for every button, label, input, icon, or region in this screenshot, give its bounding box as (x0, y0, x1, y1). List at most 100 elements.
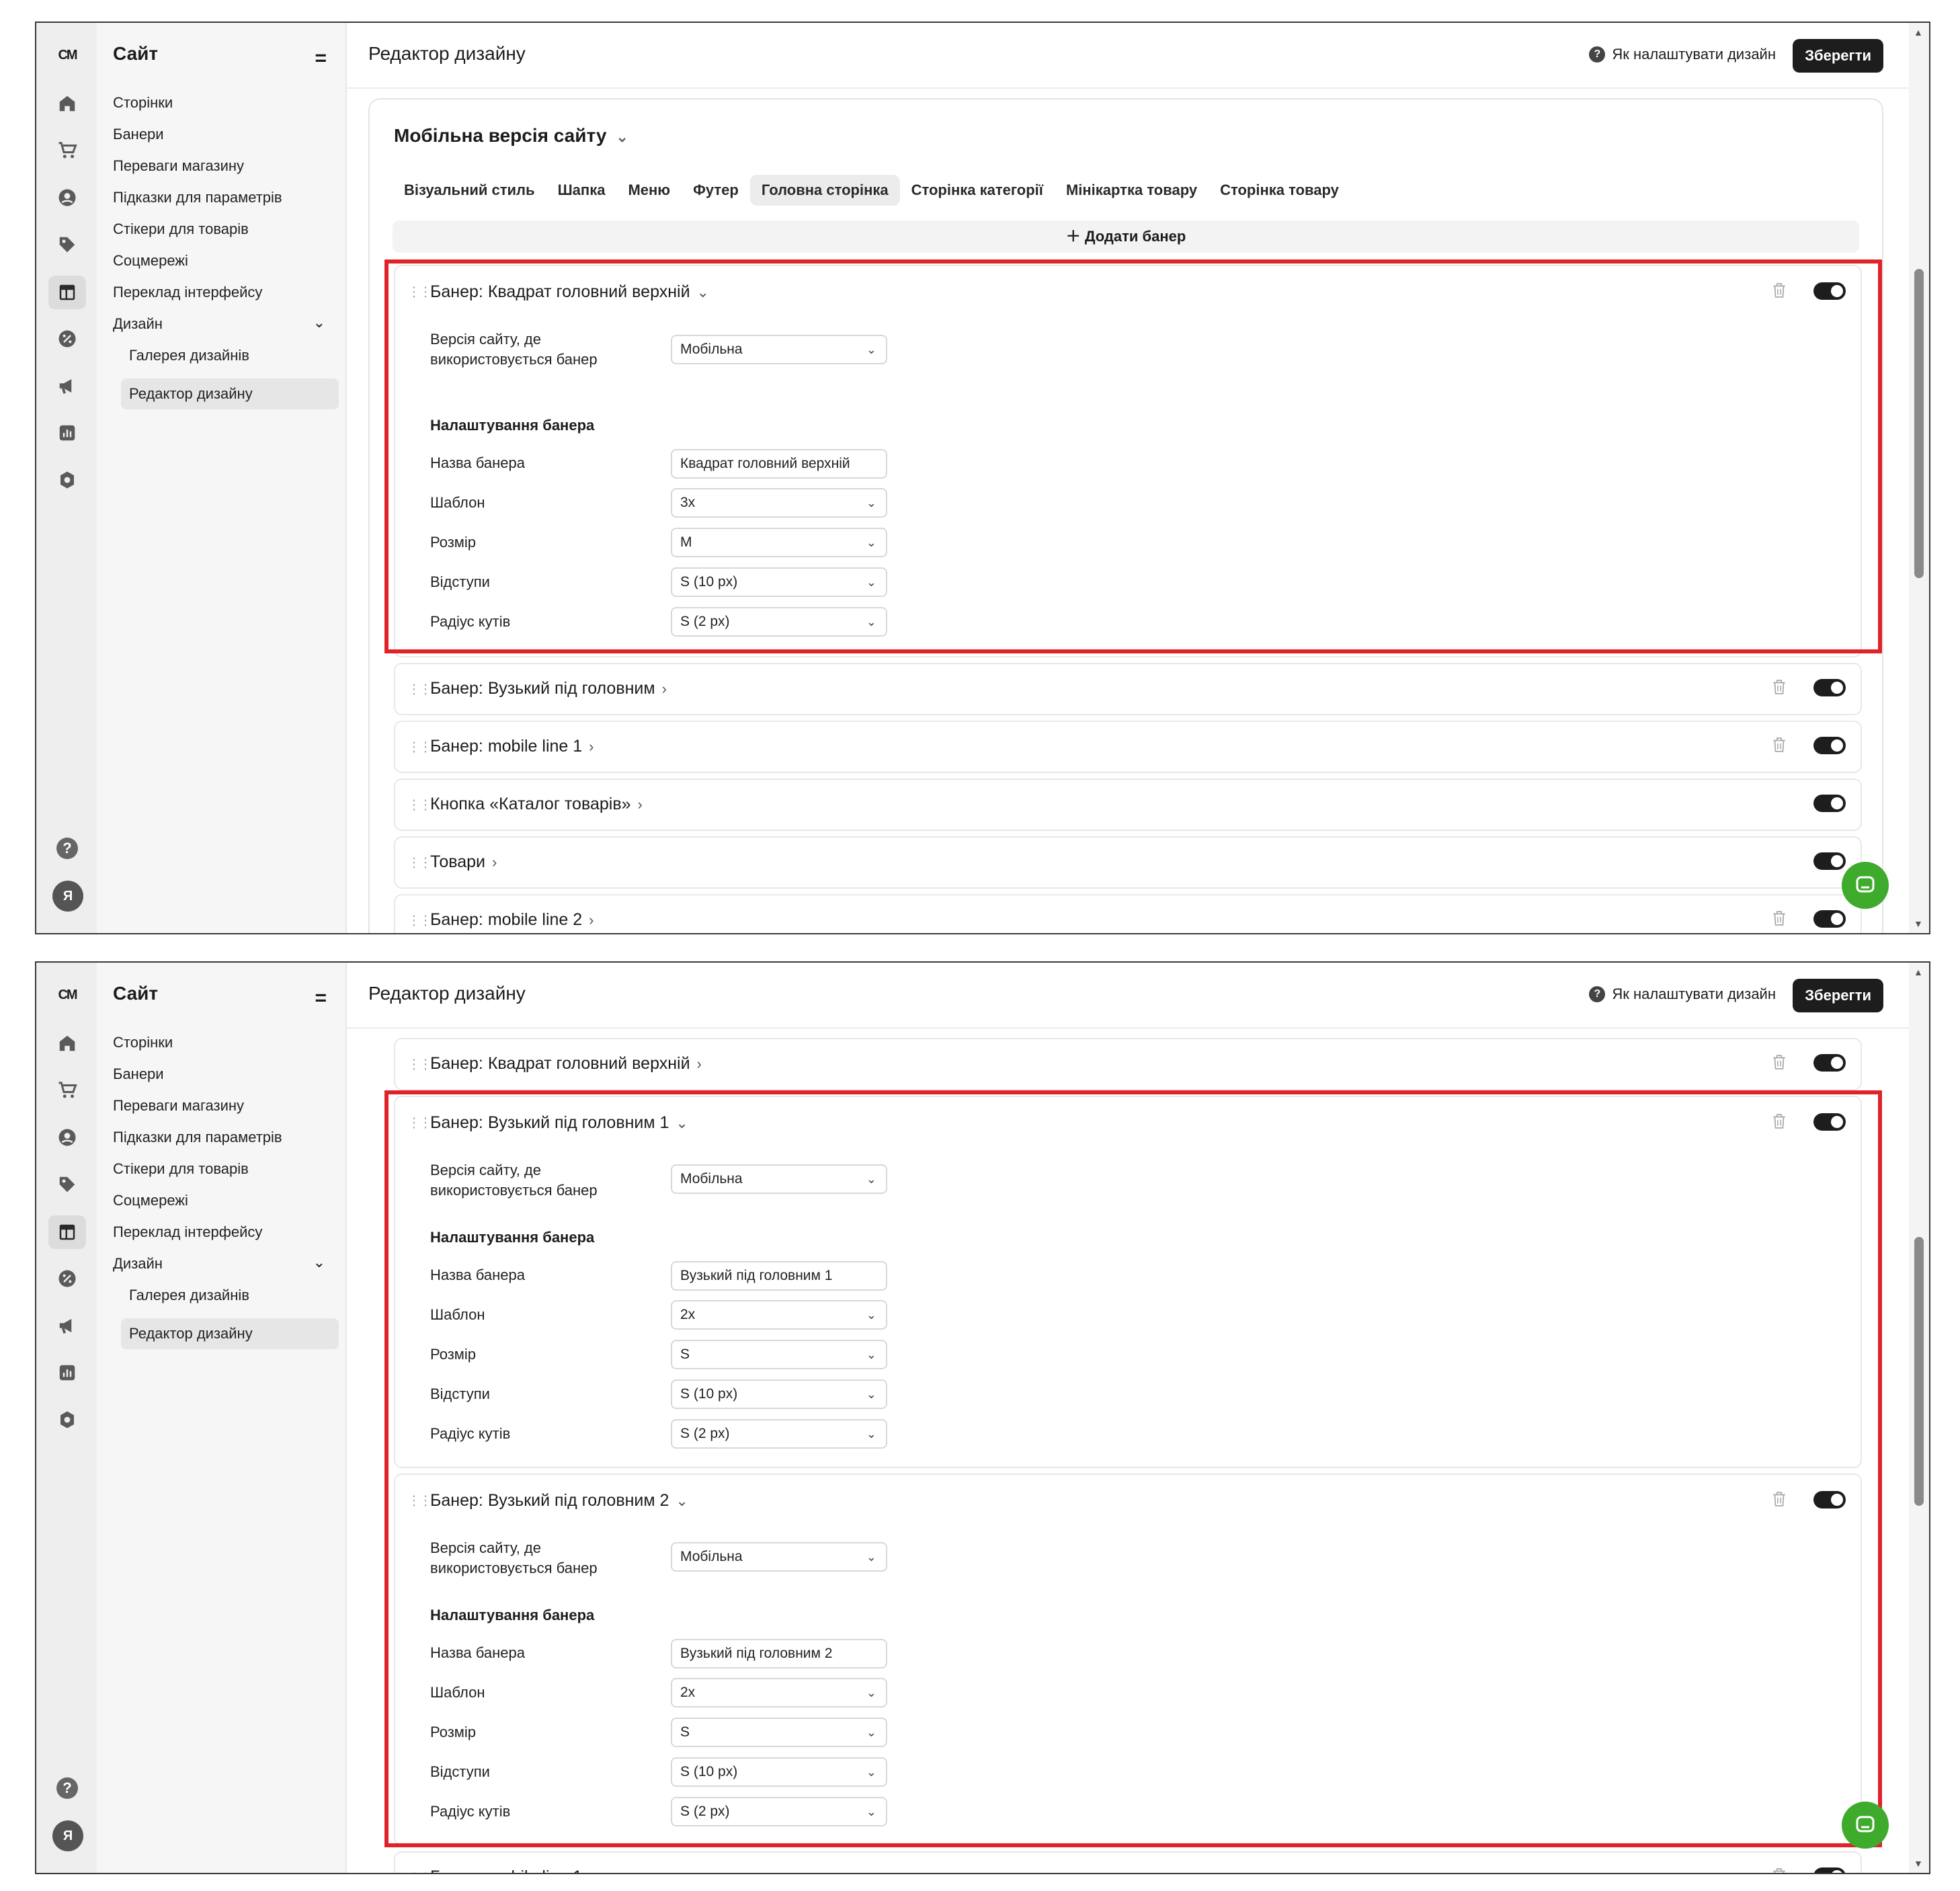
sidebar-item-social[interactable]: Соцмережі (113, 1192, 188, 1209)
site-version-select[interactable]: Мобільна ⌄ (671, 1164, 887, 1194)
site-version-select[interactable]: Мобільна ⌄ (671, 335, 887, 364)
sidebar-item-design[interactable]: Дизайн (113, 1255, 163, 1273)
percent-icon[interactable] (55, 327, 79, 351)
sidebar-item-translation[interactable]: Переклад інтерфейсу (113, 1223, 262, 1241)
size-select[interactable]: S ⌄ (671, 1340, 887, 1369)
drag-handle-icon[interactable]: ⋮⋮ (407, 1869, 432, 1874)
tab-minicard[interactable]: Мінікартка товару (1055, 175, 1209, 206)
visibility-toggle[interactable] (1813, 910, 1846, 928)
avatar[interactable]: Я (52, 1820, 83, 1851)
user-icon[interactable] (55, 186, 79, 210)
drag-handle-icon[interactable]: ⋮⋮ (407, 1492, 432, 1509)
gear-icon[interactable] (55, 468, 79, 492)
visibility-toggle[interactable] (1813, 1867, 1846, 1873)
visibility-toggle[interactable] (1813, 795, 1846, 812)
tab-header[interactable]: Шапка (546, 175, 617, 206)
chart-icon[interactable] (55, 1361, 79, 1385)
size-select[interactable]: M ⌄ (671, 528, 887, 557)
padding-select[interactable]: S (10 px) ⌄ (671, 567, 887, 597)
scrollbar[interactable]: ▲ ▼ (1909, 963, 1929, 1873)
mode-title[interactable]: Мобільна версія сайту ⌄ (394, 125, 628, 147)
radius-select[interactable]: S (2 px) ⌄ (671, 1419, 887, 1449)
visibility-toggle[interactable] (1813, 1054, 1846, 1072)
sidebar-item-advantages[interactable]: Переваги магазину (113, 1097, 244, 1115)
cart-icon[interactable] (55, 138, 79, 163)
sidebar-subitem-gallery[interactable]: Галерея дизайнів (129, 347, 249, 364)
save-button[interactable]: Зберегти (1793, 39, 1883, 73)
drag-handle-icon[interactable]: ⋮⋮ (407, 912, 432, 929)
template-select[interactable]: 2x ⌄ (671, 1300, 887, 1330)
drag-handle-icon[interactable]: ⋮⋮ (407, 284, 432, 300)
list-item[interactable]: ⋮⋮ Банер: mobile line 1› (394, 1851, 1862, 1874)
list-item[interactable]: ⋮⋮ Банер: mobile line 1› (394, 721, 1862, 773)
avatar[interactable]: Я (52, 881, 83, 912)
tag-icon[interactable] (55, 1172, 79, 1197)
sidebar-subitem-gallery[interactable]: Галерея дизайнів (129, 1287, 249, 1304)
scroll-thumb[interactable] (1914, 1237, 1924, 1506)
sidebar-item-pages[interactable]: Сторінки (113, 1034, 173, 1051)
name-input[interactable]: Квадрат головний верхній (671, 449, 887, 479)
template-select[interactable]: 3x ⌄ (671, 488, 887, 518)
site-version-select[interactable]: Мобільна ⌄ (671, 1542, 887, 1572)
padding-select[interactable]: S (10 px) ⌄ (671, 1379, 887, 1409)
banner-title[interactable]: Банер: Квадрат головний верхній ⌄ (430, 282, 709, 302)
chart-icon[interactable] (55, 421, 79, 445)
trash-icon[interactable] (1772, 737, 1787, 756)
list-item[interactable]: ⋮⋮ Банер: Квадрат головний верхній › (394, 1038, 1862, 1090)
home-icon[interactable] (55, 91, 79, 116)
layout-icon[interactable] (48, 276, 86, 309)
cart-icon[interactable] (55, 1078, 79, 1102)
sidebar-item-hints[interactable]: Підказки для параметрів (113, 1129, 282, 1146)
sidebar-item-social[interactable]: Соцмережі (113, 252, 188, 270)
sidebar-subitem-editor[interactable]: Редактор дизайну (121, 378, 339, 409)
menu-icon[interactable]: = (315, 47, 327, 70)
sidebar-item-design[interactable]: Дизайн (113, 315, 163, 333)
megaphone-icon[interactable] (55, 374, 79, 398)
sidebar-item-translation[interactable]: Переклад інтерфейсу (113, 284, 262, 301)
app-logo[interactable]: CM (54, 42, 81, 69)
scrollbar[interactable]: ▲ ▼ (1909, 23, 1929, 933)
tab-home[interactable]: Головна сторінка (749, 175, 900, 206)
user-icon[interactable] (55, 1125, 79, 1150)
trash-icon[interactable] (1772, 910, 1787, 930)
template-select[interactable]: 2x ⌄ (671, 1678, 887, 1707)
visibility-toggle[interactable] (1813, 282, 1846, 300)
list-item[interactable]: ⋮⋮ Банер: Вузький під головним › (394, 663, 1862, 715)
layout-icon[interactable] (48, 1215, 86, 1249)
sidebar-item-hints[interactable]: Підказки для параметрів (113, 189, 282, 206)
tab-category[interactable]: Сторінка категорії (900, 175, 1055, 206)
sidebar-item-stickers[interactable]: Стікери для товарів (113, 1160, 249, 1178)
sidebar-item-pages[interactable]: Сторінки (113, 94, 173, 112)
padding-select[interactable]: S (10 px) ⌄ (671, 1757, 887, 1787)
name-input[interactable]: Вузький під головним 1 (671, 1261, 887, 1291)
radius-select[interactable]: S (2 px) ⌄ (671, 1797, 887, 1826)
app-logo[interactable]: CM (54, 981, 81, 1008)
tab-footer[interactable]: Футер (682, 175, 750, 206)
trash-icon[interactable] (1772, 679, 1787, 698)
list-item[interactable]: ⋮⋮ Банер: mobile line 2 › (394, 894, 1862, 933)
banner-title[interactable]: Банер: Вузький під головним 2 ⌄ (430, 1491, 688, 1511)
tab-product[interactable]: Сторінка товару (1209, 175, 1350, 206)
save-button[interactable]: Зберегти (1793, 979, 1883, 1012)
howto-link[interactable]: ? Як налаштувати дизайн (1589, 46, 1776, 63)
banner-title[interactable]: Банер: Вузький під головним 1 ⌄ (430, 1113, 688, 1133)
drag-handle-icon[interactable]: ⋮⋮ (407, 739, 432, 756)
scroll-down-icon[interactable]: ▼ (1914, 918, 1923, 929)
home-icon[interactable] (55, 1031, 79, 1055)
trash-icon[interactable] (1772, 1054, 1787, 1074)
chevron-down-icon[interactable]: ⌄ (313, 1254, 325, 1271)
sidebar-item-banners[interactable]: Банери (113, 126, 164, 143)
list-item[interactable]: ⋮⋮ Кнопка «Каталог товарів» › (394, 778, 1862, 831)
scroll-up-icon[interactable]: ▲ (1914, 967, 1923, 977)
trash-icon[interactable] (1772, 282, 1787, 302)
tab-menu[interactable]: Меню (616, 175, 682, 206)
drag-handle-icon[interactable]: ⋮⋮ (407, 854, 432, 871)
trash-icon[interactable] (1772, 1867, 1787, 1874)
sidebar-subitem-editor[interactable]: Редактор дизайну (121, 1318, 339, 1349)
megaphone-icon[interactable] (55, 1314, 79, 1338)
size-select[interactable]: S ⌄ (671, 1718, 887, 1747)
chevron-down-icon[interactable]: ⌄ (313, 314, 325, 331)
drag-handle-icon[interactable]: ⋮⋮ (407, 1115, 432, 1131)
tab-visual-style[interactable]: Візуальний стиль (393, 175, 546, 206)
scroll-down-icon[interactable]: ▼ (1914, 1858, 1923, 1869)
